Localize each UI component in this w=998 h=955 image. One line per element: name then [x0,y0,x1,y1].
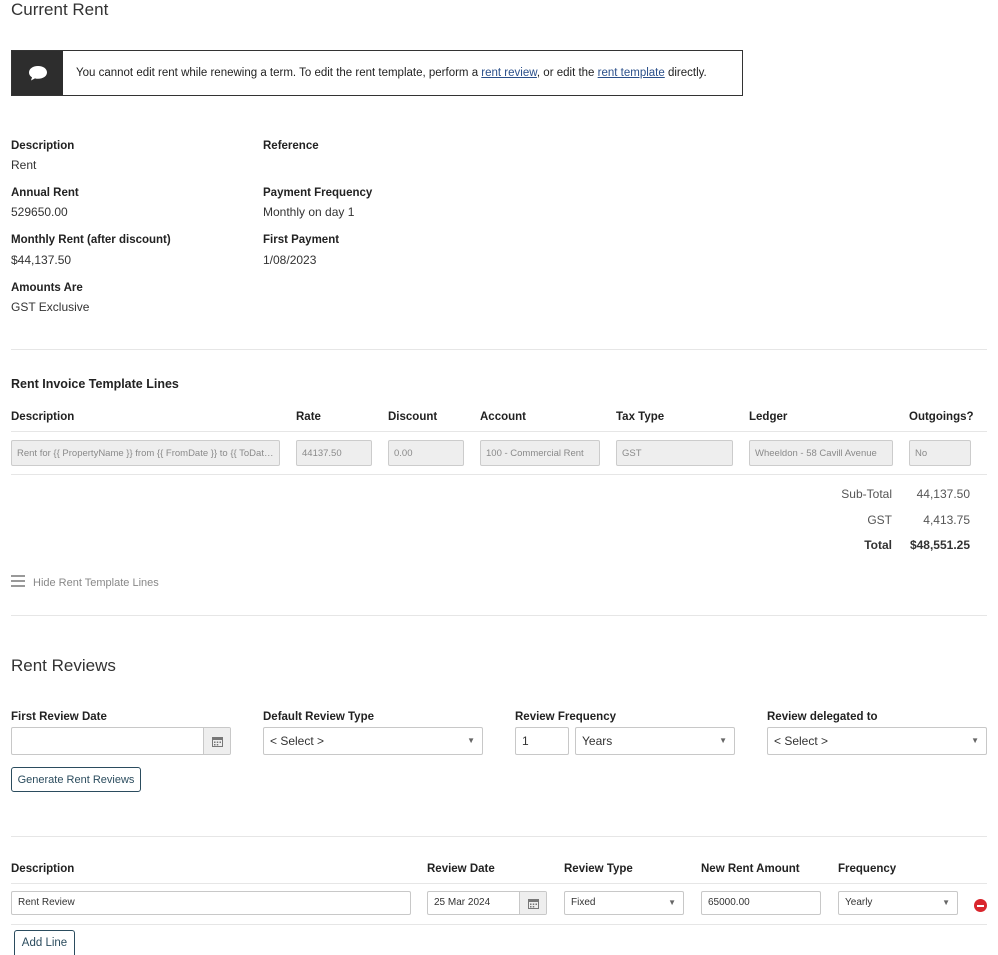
review-col-frequency: Frequency [838,863,897,875]
template-lines-heading: Rent Invoice Template Lines [11,377,179,391]
new-rent-amount-input[interactable]: 65000.00 [701,891,821,915]
payment-frequency-label: Payment Frequency [263,187,373,199]
template-account-field: 100 - Commercial Rent [480,440,600,466]
remove-row-icon[interactable] [974,899,987,912]
chevron-down-icon: ▼ [467,736,475,745]
divider [11,615,987,616]
review-delegated-label: Review delegated to [767,711,878,723]
edit-restriction-notice: You cannot edit rent while renewing a te… [11,50,743,96]
template-discount-field: 0.00 [388,440,464,466]
rent-review-link[interactable]: rent review [481,67,537,79]
chevron-down-icon: ▼ [971,736,979,745]
review-date-input[interactable]: 25 Mar 2024 [427,891,547,915]
rent-template-link[interactable]: rent template [598,67,665,79]
description-value: Rent [11,158,37,172]
total-value: $48,551.25 [909,538,970,552]
divider [11,836,987,837]
page-title: Current Rent [11,0,109,19]
monthly-rent-label: Monthly Rent (after discount) [11,234,171,246]
review-description-input[interactable]: Rent Review [11,891,411,915]
divider [11,349,987,350]
template-tax-type-field: GST [616,440,733,466]
col-description: Description [11,411,75,423]
template-description-field: Rent for {{ PropertyName }} from {{ From… [11,440,280,466]
amounts-are-label: Amounts Are [11,282,83,294]
first-review-date-input[interactable] [11,727,231,755]
table-divider [11,431,987,432]
first-payment-value: 1/08/2023 [263,253,317,267]
gst-value: 4,413.75 [923,513,970,527]
review-col-new-rent: New Rent Amount [701,863,800,875]
description-label: Description [11,140,75,152]
calendar-icon[interactable] [203,728,230,754]
review-type-select[interactable]: Fixed ▼ [564,891,684,915]
gst-label: GST [867,513,892,527]
monthly-rent-value: $44,137.50 [11,253,72,267]
default-review-type-label: Default Review Type [263,711,374,723]
col-outgoings: Outgoings? [909,411,974,423]
first-payment-label: First Payment [263,234,340,246]
review-col-type: Review Type [564,863,633,875]
default-review-type-select[interactable]: < Select > ▼ [263,727,483,755]
col-tax-type: Tax Type [616,411,665,423]
add-line-button[interactable]: Add Line [14,930,75,955]
subtotal-value: 44,137.50 [916,487,970,501]
notice-text: You cannot edit rent while renewing a te… [76,67,707,79]
col-rate: Rate [296,411,321,423]
review-frequency-unit-select[interactable]: Years ▼ [575,727,735,755]
speech-bubble-icon [12,51,63,95]
hide-template-lines-toggle[interactable]: Hide Rent Template Lines [11,575,159,590]
col-account: Account [480,411,526,423]
review-col-date: Review Date [427,863,495,875]
subtotal-label: Sub-Total [841,487,892,501]
chevron-down-icon: ▼ [668,898,676,907]
col-discount: Discount [388,411,438,423]
reference-label: Reference [263,140,319,152]
first-review-date-label: First Review Date [11,711,107,723]
total-label: Total [864,538,892,552]
table-divider-bottom [11,474,987,475]
calendar-icon[interactable] [519,892,546,914]
table-divider [11,883,987,884]
col-ledger: Ledger [749,411,788,423]
amounts-are-value: GST Exclusive [11,300,90,314]
review-col-description: Description [11,863,75,875]
chevron-down-icon: ▼ [719,736,727,745]
annual-rent-value: 529650.00 [11,205,68,219]
hide-template-lines-label: Hide Rent Template Lines [33,576,159,589]
generate-rent-reviews-button[interactable]: Generate Rent Reviews [11,767,141,792]
payment-frequency-value: Monthly on day 1 [263,205,355,219]
chevron-down-icon: ▼ [942,898,950,907]
rent-reviews-heading: Rent Reviews [11,656,116,675]
template-rate-field: 44137.50 [296,440,372,466]
template-outgoings-field: No [909,440,971,466]
review-frequency-select[interactable]: Yearly ▼ [838,891,958,915]
table-divider-bottom [11,924,987,925]
review-frequency-label: Review Frequency [515,711,616,723]
review-frequency-number-input[interactable]: 1 [515,727,569,755]
annual-rent-label: Annual Rent [11,187,79,199]
review-delegated-select[interactable]: < Select > ▼ [767,727,987,755]
template-ledger-field: Wheeldon - 58 Cavill Avenue [749,440,893,466]
hamburger-icon [11,575,25,590]
